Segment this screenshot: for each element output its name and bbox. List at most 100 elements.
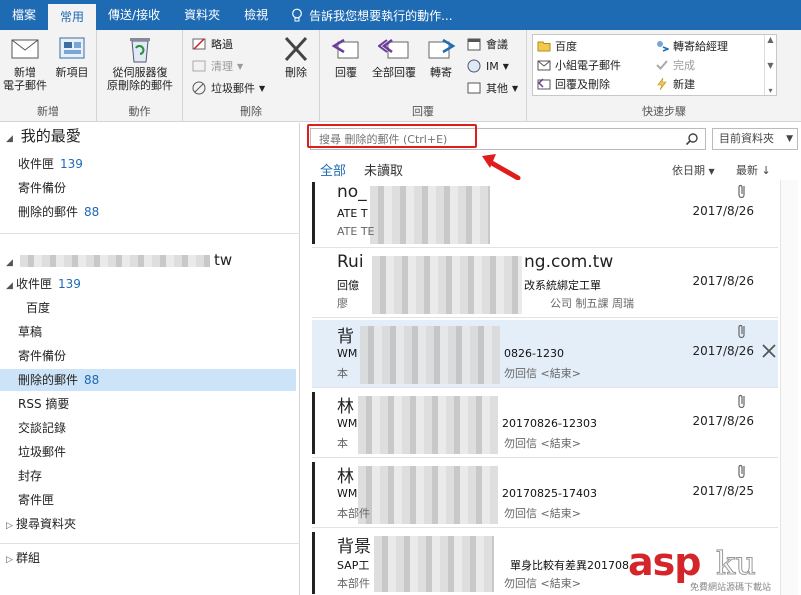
sort-order[interactable]: 最新 ↓ <box>736 162 771 178</box>
meeting-button[interactable]: 會議 <box>466 36 508 52</box>
folder-rss[interactable]: RSS 摘要 <box>0 393 296 415</box>
account-header[interactable]: ◢ tw <box>0 249 296 271</box>
message-date: 2017/8/26 <box>692 204 754 218</box>
watermark-brand: asp <box>628 540 701 584</box>
junk-button[interactable]: 垃圾郵件 ▼ <box>191 80 265 96</box>
scroll-up-icon[interactable]: ▲ <box>767 35 773 44</box>
paperclip-icon <box>738 464 745 479</box>
quick-step-label: 轉寄給經理 <box>673 40 728 53</box>
message-date: 2017/8/26 <box>692 274 754 288</box>
folder-favorite-deleted[interactable]: 刪除的郵件 88 <box>0 201 296 223</box>
folder-label: 收件匣 <box>18 157 55 171</box>
chevron-down-icon: ▼ <box>237 61 244 71</box>
tab-view[interactable]: 檢視 <box>232 0 280 30</box>
ribbon-group-delete: 略過 清理 ▼ 垃圾郵件 ▼ 刪除 刪除 <box>183 30 320 122</box>
quick-step-reply-delete[interactable]: 回覆及刪除 <box>537 76 610 92</box>
folder-sent[interactable]: 寄件備份 <box>0 345 296 367</box>
message-sender: 林 <box>337 397 354 417</box>
expand-triangle-icon[interactable]: ▷ <box>6 549 16 571</box>
restore-deleted-label: 從伺服器復 原刪除的郵件 <box>107 66 173 92</box>
watermark-subtitle: 免費網站源碼下載站 <box>690 583 772 593</box>
reply-all-button[interactable]: 全部回覆 <box>368 34 420 79</box>
sort-label: 依日期 <box>672 164 705 177</box>
restore-deleted-button[interactable]: 從伺服器復 原刪除的郵件 <box>101 34 179 92</box>
folder-label: 寄件匣 <box>18 493 55 507</box>
quick-step-done[interactable]: 完成 <box>655 57 695 73</box>
account-suffix: tw <box>214 251 233 269</box>
collapse-triangle-icon[interactable]: ◢ <box>6 275 16 297</box>
ignore-button[interactable]: 略過 <box>191 36 233 52</box>
recycle-bin-icon <box>130 38 150 63</box>
quick-step-label: 百度 <box>555 40 577 53</box>
message-item[interactable]: Rui ng.com.tw 回億 改系統綁定工單 廖 公司 制五課 周瑞 201… <box>312 250 778 318</box>
calendar-icon <box>467 38 481 51</box>
message-item[interactable]: 林 WM 20170825-17403 本部件 勿回信 <結束> 2017/8/… <box>312 460 778 528</box>
tell-me-text: 告訴我您想要執行的動作... <box>309 8 453 23</box>
folder-favorite-inbox[interactable]: 收件匣 139 <box>0 153 296 175</box>
new-email-button[interactable]: 新增 電子郵件 <box>2 34 48 92</box>
folder-baidu[interactable]: 百度 <box>0 297 296 319</box>
paperclip-icon <box>738 394 745 409</box>
message-item[interactable]: no_ ATE T ATE TE 2017/8/26 <box>312 180 778 248</box>
tab-send-receive[interactable]: 傳送/接收 <box>96 0 172 30</box>
message-preview: 本 <box>337 437 348 450</box>
tab-file[interactable]: 檔案 <box>0 0 48 30</box>
sort-order-label: 最新 <box>736 164 758 177</box>
tab-home[interactable]: 常用 <box>48 4 97 30</box>
message-subject: WM <box>337 417 358 430</box>
sort-by-date[interactable]: 依日期 ▼ <box>672 162 715 178</box>
folder-junk[interactable]: 垃圾郵件 <box>0 441 296 463</box>
quick-step-create-new[interactable]: 新建 <box>655 76 695 92</box>
group-label-actions: 動作 <box>128 105 151 118</box>
folder-drafts[interactable]: 草稿 <box>0 321 296 343</box>
quick-step-baidu[interactable]: 百度 <box>537 38 577 54</box>
forward-label: 轉寄 <box>430 66 452 79</box>
folder-conversation-history[interactable]: 交談記錄 <box>0 417 296 439</box>
tab-folder[interactable]: 資料夾 <box>172 0 232 30</box>
expand-triangle-icon[interactable]: ▷ <box>6 515 16 537</box>
more-respond-button[interactable]: 其他 ▼ <box>466 80 518 96</box>
message-item-selected[interactable]: 背 WM 0826-1230 本 勿回信 <結束> 2017/8/26 <box>312 320 778 388</box>
filter-all[interactable]: 全部 <box>320 160 346 179</box>
lightbulb-icon <box>292 8 303 22</box>
quick-step-label: 回覆及刪除 <box>555 78 610 91</box>
folder-inbox[interactable]: ◢ 收件匣 139 <box>0 273 296 295</box>
scroll-down-icon[interactable]: ▼ <box>767 61 773 70</box>
collapse-triangle-icon[interactable]: ◢ <box>6 128 16 150</box>
message-preview-tail: 公司 制五課 周瑞 <box>550 297 634 310</box>
filter-unread[interactable]: 未讀取 <box>364 160 403 179</box>
quick-step-forward-manager[interactable]: 轉寄給經理 <box>655 38 728 54</box>
message-item[interactable]: 林 WM 20170826-12303 本 勿回信 <結束> 2017/8/26 <box>312 390 778 458</box>
cleanup-button[interactable]: 清理 ▼ <box>191 58 243 74</box>
quick-step-team-email[interactable]: 小組電子郵件 <box>537 57 621 73</box>
expand-icon[interactable]: ▾ <box>768 86 772 95</box>
ribbon-group-new: 新增 電子郵件 新項目 新增 <box>0 30 97 122</box>
folder-search-folders[interactable]: ▷ 搜尋資料夾 <box>0 513 296 535</box>
im-button[interactable]: IM ▼ <box>466 58 509 74</box>
delete-message-icon[interactable] <box>762 344 776 358</box>
search-icon[interactable] <box>685 132 699 146</box>
folder-archive[interactable]: 封存 <box>0 465 296 487</box>
forward-button[interactable]: 轉寄 <box>422 34 460 79</box>
search-scope-dropdown[interactable]: 目前資料夾 ▼ <box>712 128 798 150</box>
tell-me-box[interactable]: 告訴我您想要執行的動作... <box>280 7 453 24</box>
folder-label: 封存 <box>18 469 43 483</box>
message-subject-tail: 單身比較有差異201708 <box>510 559 629 572</box>
collapse-triangle-icon[interactable]: ◢ <box>6 252 16 274</box>
folder-deleted-items[interactable]: 刪除的郵件 88 <box>0 369 296 391</box>
reply-button[interactable]: 回覆 <box>326 34 366 79</box>
folder-groups[interactable]: ▷ 群組 <box>0 547 296 569</box>
favorites-header[interactable]: ◢ 我的最愛 <box>0 125 296 147</box>
new-items-button[interactable]: 新項目 <box>50 34 94 79</box>
group-label-delete: 刪除 <box>240 105 262 118</box>
quick-steps-scroller[interactable]: ▲ ▼ ▾ <box>764 35 776 95</box>
message-subject-tail: 0826-1230 <box>504 347 564 360</box>
folder-favorite-sent[interactable]: 寄件備份 <box>0 177 296 199</box>
message-list-scrollbar[interactable] <box>780 180 798 595</box>
checkmark-icon <box>656 60 668 70</box>
folder-outbox[interactable]: 寄件匣 <box>0 489 296 511</box>
meeting-label: 會議 <box>486 38 508 51</box>
message-sender: no_ <box>337 182 367 202</box>
annotation-highlight-box <box>307 124 477 148</box>
delete-button[interactable]: 刪除 <box>277 34 315 79</box>
